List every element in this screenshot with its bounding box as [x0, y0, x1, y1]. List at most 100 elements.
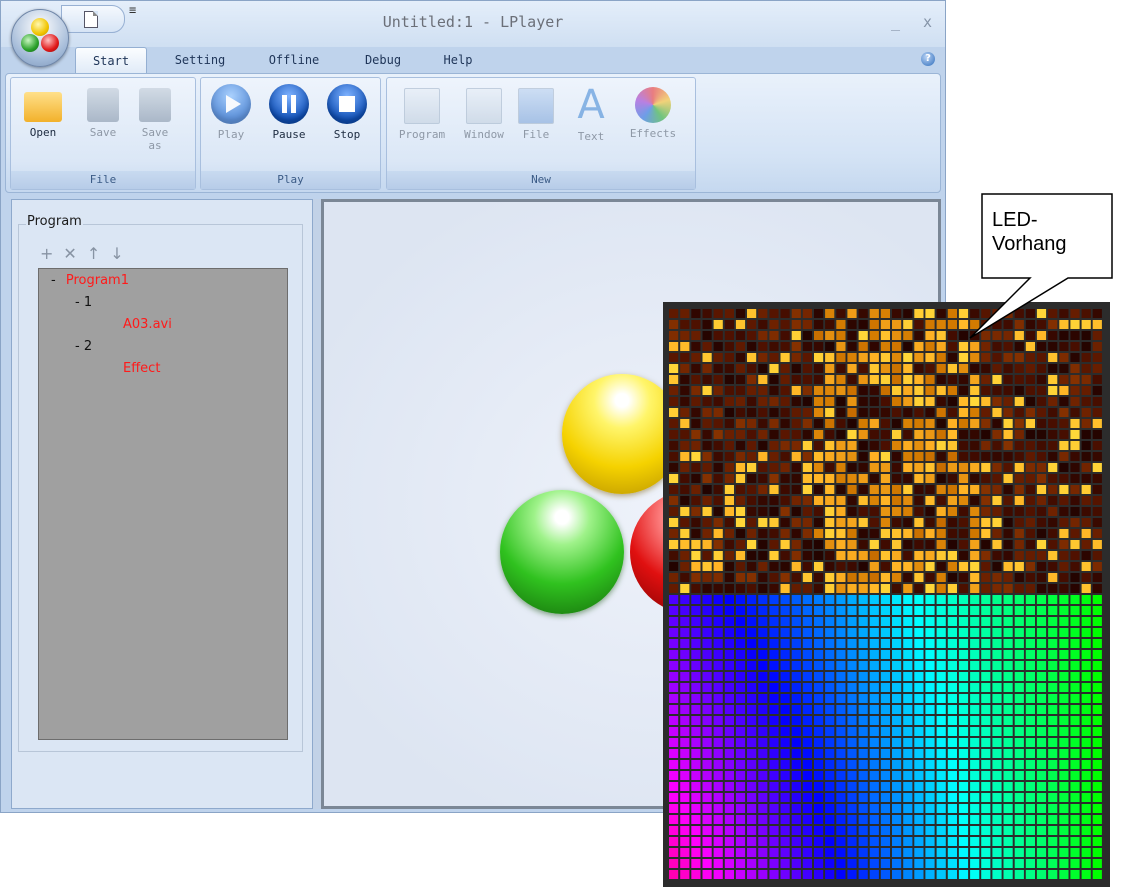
program-tree[interactable]: - Program1 - 1 A03.avi - 2 Effect	[38, 268, 288, 740]
led-pixel	[925, 617, 935, 626]
help-icon[interactable]: ?	[921, 52, 935, 66]
led-pixel	[1025, 628, 1035, 637]
led-pixel	[802, 386, 812, 395]
led-pixel	[825, 584, 835, 593]
tree-toggle[interactable]: -	[51, 273, 56, 288]
led-pixel	[758, 375, 768, 384]
led-pixel	[769, 331, 779, 340]
move-down-icon[interactable]: ↓	[110, 244, 123, 263]
led-pixel	[1003, 408, 1013, 417]
new-program-button[interactable]: Program	[391, 84, 453, 141]
led-pixel	[825, 760, 835, 769]
led-pixel	[1025, 639, 1035, 648]
led-pixel	[847, 815, 857, 824]
led-pixel	[680, 430, 690, 439]
tree-node-window-2[interactable]: - 2	[75, 339, 92, 354]
tab-start[interactable]: Start	[75, 47, 147, 74]
tab-setting[interactable]: Setting	[165, 47, 235, 73]
led-pixel	[1003, 782, 1013, 791]
tree-node-effect[interactable]: Effect	[123, 361, 160, 376]
led-pixel	[981, 672, 991, 681]
led-pixel	[880, 595, 890, 604]
led-pixel	[702, 727, 712, 736]
led-pixel	[836, 375, 846, 384]
led-pixel	[747, 364, 757, 373]
led-pixel	[992, 650, 1002, 659]
add-icon[interactable]: +	[40, 244, 53, 263]
led-pixel	[992, 837, 1002, 846]
save-as-button[interactable]: Save as	[133, 84, 177, 152]
led-pixel	[936, 815, 946, 824]
led-pixel	[1003, 738, 1013, 747]
led-pixel	[680, 518, 690, 527]
quick-access-customize-button[interactable]: ≡	[129, 3, 136, 17]
new-text-button[interactable]: A Text	[569, 84, 613, 143]
led-pixel	[925, 672, 935, 681]
led-pixel	[858, 518, 868, 527]
close-button[interactable]: x	[923, 13, 932, 31]
tab-offline[interactable]: Offline	[259, 47, 329, 73]
led-pixel	[869, 782, 879, 791]
tab-debug[interactable]: Debug	[353, 47, 413, 73]
new-document-icon[interactable]	[84, 11, 98, 28]
new-file-button[interactable]: File	[513, 84, 559, 141]
led-pixel	[847, 309, 857, 318]
led-pixel	[903, 683, 913, 692]
led-pixel	[1048, 364, 1058, 373]
led-pixel	[903, 738, 913, 747]
tree-node-a03-avi[interactable]: A03.avi	[123, 317, 172, 332]
led-pixel	[847, 573, 857, 582]
window-title: Untitled:1 - LPlayer	[382, 13, 564, 31]
new-file-icon	[518, 88, 554, 124]
move-up-icon[interactable]: ↑	[87, 244, 100, 263]
led-pixel	[691, 342, 701, 351]
led-pixel	[769, 848, 779, 857]
led-pixel	[1048, 551, 1058, 560]
led-pixel	[992, 848, 1002, 857]
save-button[interactable]: Save	[77, 84, 129, 139]
led-pixel	[825, 452, 835, 461]
led-pixel	[825, 672, 835, 681]
tab-help[interactable]: Help	[433, 47, 483, 73]
led-pixel	[936, 452, 946, 461]
led-pixel	[1059, 826, 1069, 835]
led-pixel	[814, 364, 824, 373]
pause-button[interactable]: Pause	[263, 84, 315, 141]
led-pixel	[1003, 628, 1013, 637]
led-pixel	[892, 584, 902, 593]
led-pixel	[1014, 716, 1024, 725]
led-pixel	[858, 782, 868, 791]
led-pixel	[903, 518, 913, 527]
delete-icon[interactable]: ✕	[63, 244, 76, 263]
minimize-button[interactable]: _	[891, 13, 900, 31]
led-pixel	[713, 826, 723, 835]
led-pixel	[936, 408, 946, 417]
led-pixel	[880, 408, 890, 417]
effects-button[interactable]: Effects	[623, 84, 683, 140]
open-button[interactable]: Open	[17, 84, 69, 139]
led-pixel	[892, 342, 902, 351]
tree-node-window-1[interactable]: - 1	[75, 295, 92, 310]
led-pixel	[780, 716, 790, 725]
led-pixel	[847, 672, 857, 681]
tree-node-program1[interactable]: - Program1	[51, 273, 129, 288]
led-pixel	[802, 496, 812, 505]
led-pixel	[1025, 837, 1035, 846]
led-pixel	[1025, 793, 1035, 802]
led-pixel	[880, 573, 890, 582]
led-pixel	[669, 661, 679, 670]
application-menu-orb[interactable]	[11, 9, 69, 67]
new-window-button[interactable]: Window	[455, 84, 513, 141]
led-pixel	[836, 606, 846, 615]
led-pixel	[713, 694, 723, 703]
led-pixel	[1036, 848, 1047, 857]
led-pixel	[814, 485, 824, 494]
led-pixel	[858, 309, 868, 318]
stop-button[interactable]: Stop	[321, 84, 373, 141]
panel-splitter[interactable]	[313, 199, 321, 809]
led-pixel	[858, 771, 868, 780]
led-pixel	[713, 507, 723, 516]
led-pixel	[825, 738, 835, 747]
led-pixel	[769, 309, 779, 318]
play-button[interactable]: Play	[205, 84, 257, 141]
